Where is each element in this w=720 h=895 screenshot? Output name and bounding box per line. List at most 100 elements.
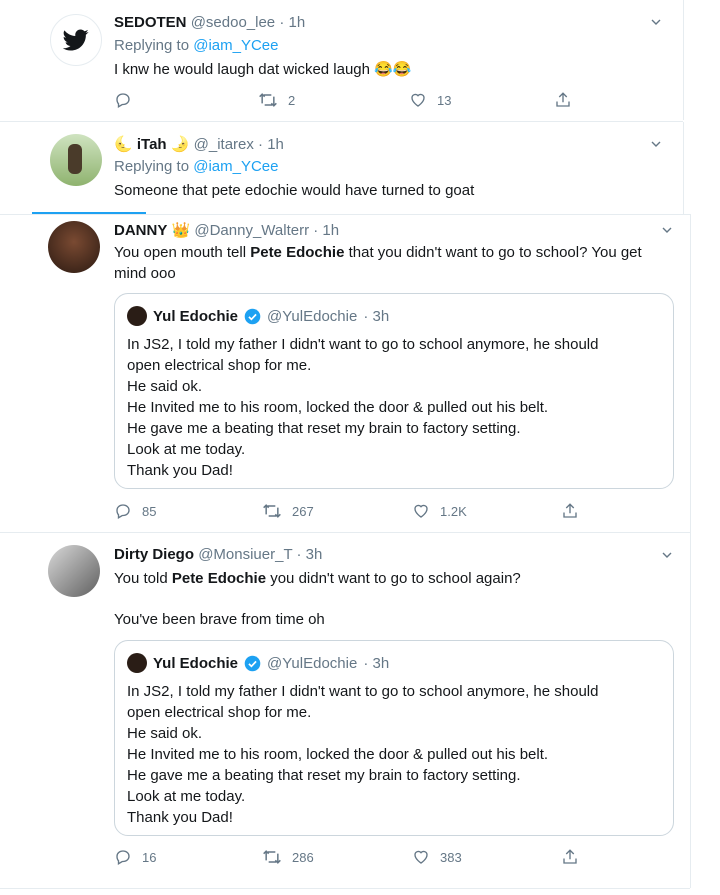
display-name[interactable]: Dirty Diego <box>114 546 194 563</box>
quote-avatar <box>127 653 147 673</box>
quoted-tweet[interactable]: Yul Edochie @YulEdochie · 3h In JS2, I t… <box>114 640 674 836</box>
handle[interactable]: @sedoo_lee <box>191 14 275 31</box>
like-icon <box>414 850 428 864</box>
verified-icon <box>244 655 261 671</box>
quote-line: He gave me a beating that reset my brain… <box>127 420 521 437</box>
tweet-text: Someone that pete edochie would have tur… <box>114 182 475 199</box>
handle[interactable]: @Monsiuer_T <box>198 546 292 563</box>
quote-line: He gave me a beating that reset my brain… <box>127 767 521 784</box>
quote-text: In JS2, I told my father I didn't want t… <box>127 681 598 828</box>
like-icon <box>414 504 428 518</box>
display-name[interactable]: SEDOTEN <box>114 14 187 31</box>
retweet-action[interactable]: 2 <box>258 91 295 109</box>
retweet-count: 267 <box>292 503 314 519</box>
retweet-icon <box>259 93 277 107</box>
tweet-danny[interactable]: DANNY 👑 @Danny_Walterr · 1h You open mou… <box>0 214 691 533</box>
twitter-bird-icon <box>63 29 89 51</box>
divider <box>0 888 690 889</box>
replying-to: Replying to @iam_YCee <box>114 158 279 175</box>
tweet-dirty-diego[interactable]: Dirty Diego @Monsiuer_T · 3h You told Pe… <box>0 533 691 888</box>
quoted-tweet[interactable]: Yul Edochie @YulEdochie · 3h In JS2, I t… <box>114 293 674 489</box>
like-action[interactable]: 383 <box>412 848 462 866</box>
reply-action[interactable]: 16 <box>114 848 156 866</box>
retweet-icon <box>263 504 281 518</box>
reply-icon <box>116 504 130 519</box>
retweet-count: 2 <box>288 92 296 108</box>
quote-line: open electrical shop for me. <box>127 704 312 721</box>
quote-line: He Invited me to his room, locked the do… <box>127 746 549 763</box>
handle[interactable]: @Danny_Walterr <box>194 222 309 239</box>
share-icon[interactable] <box>554 91 572 109</box>
handle[interactable]: @_itarex <box>194 136 254 153</box>
chevron-down-icon[interactable] <box>662 550 672 560</box>
quote-line: open electrical shop for me. <box>127 357 312 374</box>
quote-text: In JS2, I told my father I didn't want t… <box>127 334 598 481</box>
quote-line: He said ok. <box>127 378 203 395</box>
like-count: 13 <box>437 92 452 108</box>
like-action[interactable]: 13 <box>409 91 451 109</box>
tweet-header: DANNY 👑 @Danny_Walterr · 1h <box>114 221 339 239</box>
replying-to: Replying to @iam_YCee <box>114 37 279 54</box>
avatar-sedoten[interactable] <box>50 14 102 66</box>
like-icon <box>411 93 425 107</box>
avatar-figure <box>68 144 82 174</box>
timestamp[interactable]: · 1h <box>279 14 305 31</box>
quote-handle: @YulEdochie <box>267 654 358 672</box>
retweet-action[interactable]: 267 <box>262 502 314 520</box>
reply-icon <box>116 850 130 865</box>
tweet-itah[interactable]: 🌜 iTah 🌛 @_itarex · 1h Replying to @iam_… <box>0 122 684 215</box>
tweet-text: You open mouth tell Pete Edochie that yo… <box>114 244 642 282</box>
display-name[interactable]: iTah <box>137 136 167 153</box>
like-count: 1.2K <box>440 503 467 519</box>
tweet-sedoten[interactable]: SEDOTEN @sedoo_lee · 1h Replying to @iam… <box>0 0 684 120</box>
mention-link[interactable]: @iam_YCee <box>193 37 278 54</box>
timestamp[interactable]: · 1h <box>313 222 339 239</box>
display-name[interactable]: DANNY <box>114 222 167 239</box>
tweet-text: You told Pete Edochie you didn't want to… <box>114 570 521 587</box>
avatar-danny[interactable] <box>48 221 100 273</box>
tweet-header: Dirty Diego @Monsiuer_T · 3h <box>114 546 322 563</box>
timestamp[interactable]: · 1h <box>258 136 284 153</box>
chevron-down-icon[interactable] <box>662 225 672 235</box>
chevron-down-icon[interactable] <box>651 139 661 149</box>
verified-icon <box>244 308 261 324</box>
bold-mention: Pete Edochie <box>171 570 267 587</box>
share-icon[interactable] <box>561 848 579 866</box>
quote-line: Look at me today. <box>127 441 246 458</box>
mention-link[interactable]: @iam_YCee <box>193 158 278 175</box>
share-icon[interactable] <box>561 502 579 520</box>
retweet-icon <box>263 850 281 864</box>
quote-line: Thank you Dad! <box>127 462 233 479</box>
quote-line: Look at me today. <box>127 788 246 805</box>
timestamp[interactable]: · 3h <box>297 546 323 563</box>
quote-time: · 3h <box>363 654 390 672</box>
name-prefix-emoji: 🌜 <box>114 136 133 153</box>
quote-handle: @YulEdochie <box>267 307 358 325</box>
like-count: 383 <box>440 849 462 865</box>
quote-line: He said ok. <box>127 725 203 742</box>
name-suffix-emoji: 🌛 <box>170 136 190 153</box>
tweet-header: 🌜 iTah 🌛 @_itarex · 1h <box>114 135 284 153</box>
quote-line: He Invited me to his room, locked the do… <box>127 399 549 416</box>
reply-count: 85 <box>142 503 157 519</box>
quote-line: In JS2, I told my father I didn't want t… <box>127 336 599 353</box>
retweet-count: 286 <box>292 849 314 865</box>
reply-action[interactable]: 85 <box>114 502 156 520</box>
like-action[interactable]: 1.2K <box>412 502 467 520</box>
quote-name: Yul Edochie <box>153 307 239 325</box>
quote-header: Yul Edochie @YulEdochie · 3h <box>127 653 389 673</box>
quote-avatar <box>127 306 147 326</box>
retweet-action[interactable]: 286 <box>262 848 314 866</box>
reply-icon <box>116 93 130 108</box>
chevron-down-icon[interactable] <box>651 17 661 27</box>
tweet-header: SEDOTEN @sedoo_lee · 1h <box>114 14 305 31</box>
quote-line: Thank you Dad! <box>127 809 233 826</box>
bold-mention: Pete Edochie <box>250 244 345 261</box>
avatar-dirty-diego[interactable] <box>48 545 100 597</box>
quote-header: Yul Edochie @YulEdochie · 3h <box>127 306 389 326</box>
name-suffix-emoji: 👑 <box>171 222 191 239</box>
reply-action[interactable] <box>114 91 132 109</box>
avatar-itah[interactable] <box>50 134 102 186</box>
quote-name: Yul Edochie <box>153 654 239 672</box>
reply-count: 16 <box>142 849 157 865</box>
